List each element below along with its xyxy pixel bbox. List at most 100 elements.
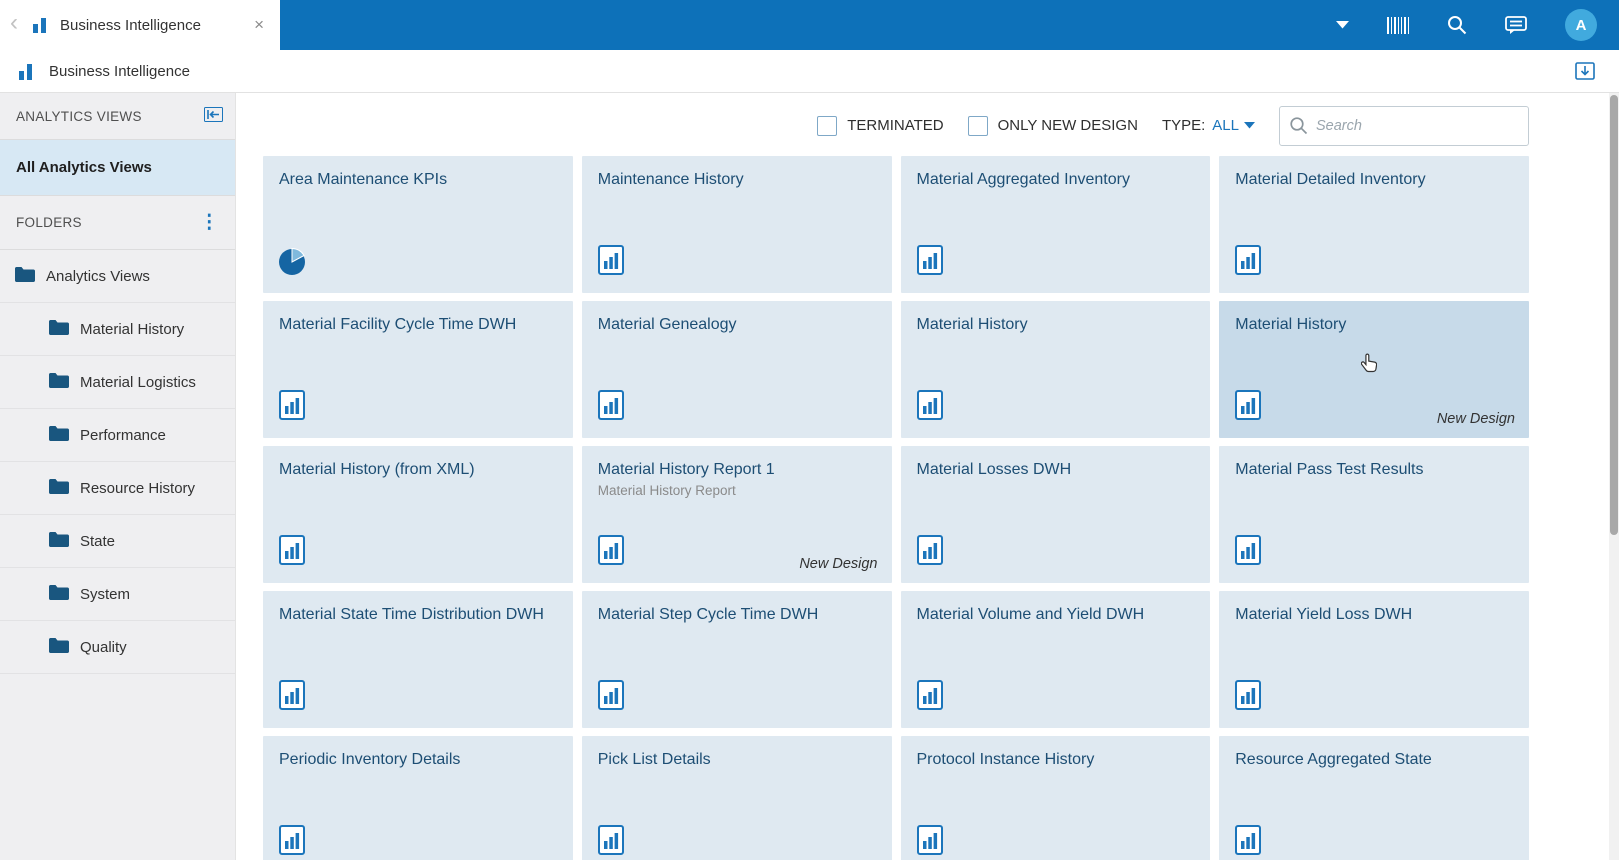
type-dropdown[interactable]: ALL xyxy=(1212,117,1255,134)
report-document-icon xyxy=(597,390,624,425)
search-input[interactable] xyxy=(1279,105,1529,146)
report-document-icon xyxy=(1235,535,1262,570)
analytics-view-card[interactable]: Maintenance History xyxy=(581,156,892,293)
folder-label: Material Logistics xyxy=(80,373,196,391)
analytics-view-card[interactable]: Periodic Inventory Details xyxy=(263,736,573,860)
folder-icon xyxy=(48,478,70,499)
report-document-icon xyxy=(916,825,943,860)
tab-scroll-left-icon[interactable]: ‹ xyxy=(0,9,26,41)
folder-label: State xyxy=(80,532,116,550)
report-document-icon xyxy=(1235,825,1262,860)
report-document-icon xyxy=(279,825,305,860)
card-title: Pick List Details xyxy=(597,751,711,768)
report-document-icon xyxy=(1235,680,1262,715)
only-new-design-checkbox[interactable] xyxy=(967,115,988,136)
card-title: Material Aggregated Inventory xyxy=(916,171,1130,188)
terminated-filter: TERMINATED xyxy=(817,115,944,136)
analytics-view-card[interactable]: Material Step Cycle Time DWH xyxy=(581,591,892,728)
sidebar-folder-item[interactable]: Quality xyxy=(0,621,235,674)
chat-icon[interactable] xyxy=(1505,15,1527,35)
analytics-view-card[interactable]: Protocol Instance History xyxy=(900,736,1211,860)
search-icon[interactable] xyxy=(1447,15,1467,35)
card-title: Material Volume and Yield DWH xyxy=(916,606,1145,623)
analytics-view-card[interactable]: Material Pass Test Results xyxy=(1219,446,1529,583)
analytics-view-card[interactable]: Pick List Details xyxy=(581,736,892,860)
sidebar-folder-item[interactable]: System xyxy=(0,568,235,621)
analytics-view-card[interactable]: Area Maintenance KPIs xyxy=(263,156,573,293)
analytics-view-card[interactable]: Material History New Design xyxy=(1219,301,1529,438)
sidebar-folder-item[interactable]: Material History xyxy=(0,303,235,356)
main-body: ANALYTICS VIEWS All Analytics Views FOLD… xyxy=(0,93,1619,860)
report-document-icon xyxy=(1235,245,1262,280)
folders-menu-icon[interactable]: ⋮ xyxy=(196,213,223,232)
barcode-icon[interactable] xyxy=(1387,16,1409,34)
vertical-scrollbar[interactable] xyxy=(1609,93,1619,860)
avatar[interactable]: A xyxy=(1565,9,1597,41)
app-window: ‹ Business Intelligence × A Business Int… xyxy=(0,0,1619,860)
card-title: Material State Time Distribution DWH xyxy=(279,606,544,623)
analytics-view-card[interactable]: Material Genealogy xyxy=(581,301,892,438)
analytics-view-card[interactable]: Resource Aggregated State xyxy=(1219,736,1529,860)
type-selected-value: ALL xyxy=(1212,117,1239,134)
analytics-view-card[interactable]: Material Detailed Inventory xyxy=(1219,156,1529,293)
chevron-down-icon xyxy=(1244,122,1255,129)
report-document-icon xyxy=(597,535,624,570)
analytics-view-card[interactable]: Material History xyxy=(900,301,1211,438)
card-subtitle: Material History Report xyxy=(597,483,736,498)
terminated-checkbox[interactable] xyxy=(817,115,838,136)
analytics-view-card[interactable]: Material Facility Cycle Time DWH xyxy=(263,301,573,438)
terminated-label: TERMINATED xyxy=(847,117,944,134)
all-analytics-views-label: All Analytics Views xyxy=(16,159,152,176)
card-title: Material Pass Test Results xyxy=(1235,461,1424,478)
sidebar-folder-item[interactable]: Performance xyxy=(0,409,235,462)
page-header: Business Intelligence xyxy=(0,50,1619,93)
only-new-design-label: ONLY NEW DESIGN xyxy=(997,117,1138,134)
sidebar-folder-item[interactable]: State xyxy=(0,515,235,568)
analytics-view-card[interactable]: Material History (from XML) xyxy=(263,446,573,583)
analytics-view-card[interactable]: Material Losses DWH xyxy=(900,446,1211,583)
import-icon[interactable] xyxy=(1575,62,1595,80)
sidebar-folder-item[interactable]: Resource History xyxy=(0,462,235,515)
report-document-icon xyxy=(916,680,943,715)
analytics-view-card[interactable]: Material Aggregated Inventory xyxy=(900,156,1211,293)
card-title: Material Yield Loss DWH xyxy=(1235,606,1413,623)
filter-bar: TERMINATED ONLY NEW DESIGN TYPE: ALL xyxy=(263,103,1529,148)
folder-icon xyxy=(48,584,70,605)
analytics-views-header-label: ANALYTICS VIEWS xyxy=(16,108,142,124)
sidebar-item-all-analytics-views[interactable]: All Analytics Views xyxy=(0,140,235,196)
report-document-icon xyxy=(1235,390,1262,425)
topbar-actions: A xyxy=(1336,0,1619,50)
tab-title: Business Intelligence xyxy=(60,16,201,34)
report-document-icon xyxy=(916,535,943,570)
card-title: Material History Report 1 xyxy=(597,461,775,478)
type-label: TYPE: xyxy=(1161,117,1206,134)
folder-icon xyxy=(48,637,70,658)
report-document-icon xyxy=(279,680,305,715)
analytics-view-card[interactable]: Material History Report 1 Material Histo… xyxy=(581,446,892,583)
top-bar: ‹ Business Intelligence × A xyxy=(0,0,1619,50)
card-title: Material Step Cycle Time DWH xyxy=(597,606,819,623)
tab-close-icon[interactable]: × xyxy=(250,13,268,37)
card-title: Periodic Inventory Details xyxy=(279,751,461,768)
scrollbar-thumb[interactable] xyxy=(1610,95,1618,535)
card-title: Material Genealogy xyxy=(597,316,737,333)
sidebar-folder-analytics-views[interactable]: Analytics Views xyxy=(0,250,235,303)
card-title: Material Losses DWH xyxy=(916,461,1072,478)
analytics-view-card[interactable]: Material State Time Distribution DWH xyxy=(263,591,573,728)
analytics-view-card[interactable]: Material Volume and Yield DWH xyxy=(900,591,1211,728)
card-title: Material History xyxy=(916,316,1028,333)
sidebar-folder-item[interactable]: Material Logistics xyxy=(0,356,235,409)
card-title: Material Facility Cycle Time DWH xyxy=(279,316,517,333)
card-title: Maintenance History xyxy=(597,171,744,188)
collapse-sidebar-icon[interactable] xyxy=(204,107,223,125)
tab-strip: ‹ Business Intelligence × xyxy=(0,0,280,50)
folder-icon xyxy=(48,372,70,393)
chevron-down-icon[interactable] xyxy=(1336,21,1349,29)
folder-label: Material History xyxy=(80,320,185,338)
new-design-badge: New Design xyxy=(799,556,878,572)
analytics-view-card[interactable]: Material Yield Loss DWH xyxy=(1219,591,1529,728)
tab-business-intelligence[interactable]: Business Intelligence × xyxy=(26,0,280,50)
card-title: Area Maintenance KPIs xyxy=(279,171,448,188)
report-document-icon xyxy=(597,245,624,280)
report-document-icon xyxy=(597,825,624,860)
